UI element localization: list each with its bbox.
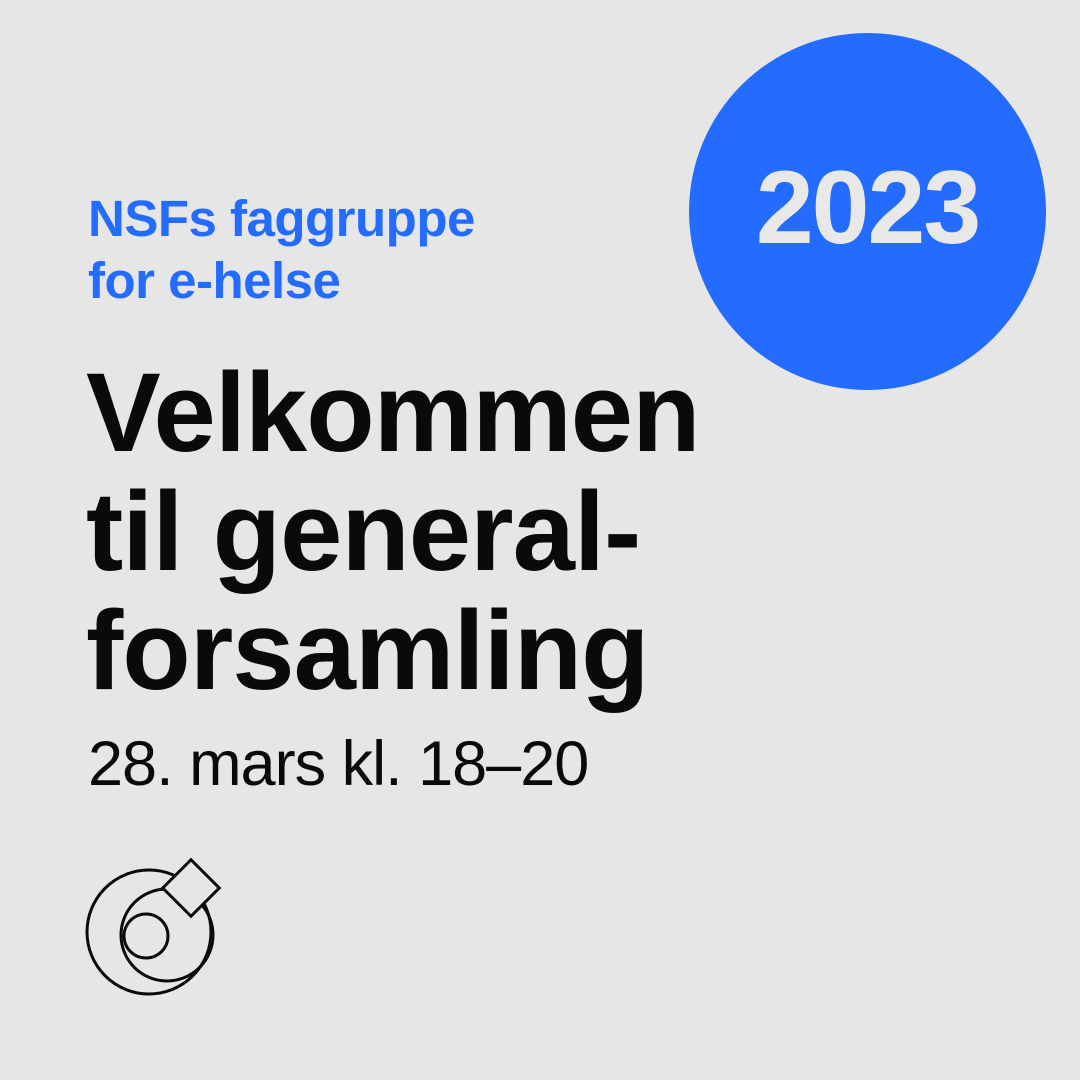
headline-line-2: til general-	[86, 469, 641, 594]
event-date: 28. mars kl. 18–20	[88, 729, 589, 799]
organization-name: NSFs faggruppe for e-helse	[88, 188, 475, 312]
headline: Velkommen til general- forsamling	[86, 350, 701, 713]
organization-line-2: for e-helse	[88, 252, 341, 309]
headline-line-1: Velkommen	[86, 350, 701, 475]
poster: 2023 NSFs faggruppe for e-helse Velkomme…	[0, 0, 1080, 1080]
nsf-logo-icon	[82, 852, 232, 1002]
year-badge: 2023	[689, 33, 1046, 390]
year-text: 2023	[755, 149, 981, 266]
headline-line-3: forsamling	[86, 588, 650, 713]
organization-line-1: NSFs faggruppe	[88, 190, 475, 247]
